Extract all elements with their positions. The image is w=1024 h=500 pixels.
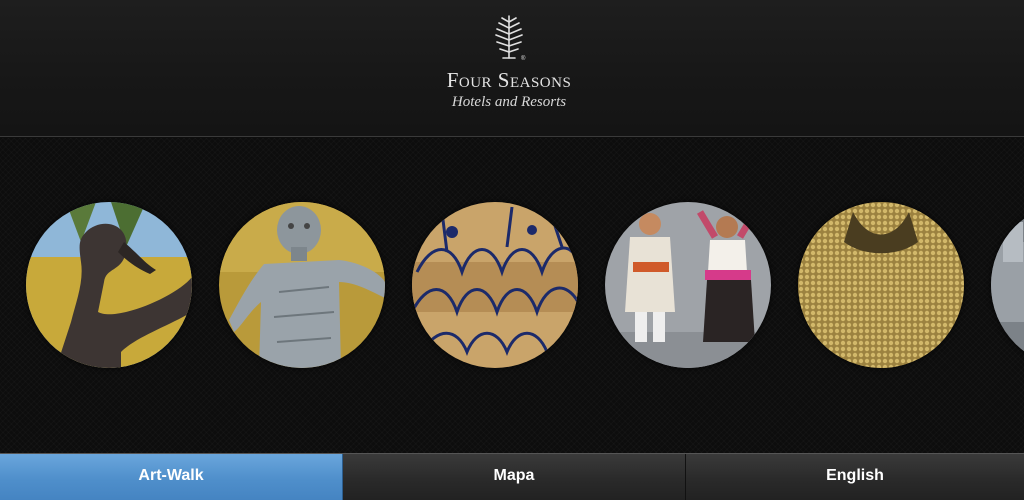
artwork-thumb-abstract-mural[interactable] bbox=[412, 202, 578, 368]
tab-art-walk[interactable]: Art-Walk bbox=[0, 454, 343, 500]
artwork-carousel[interactable] bbox=[0, 138, 1024, 453]
golden-textile-icon bbox=[798, 202, 964, 368]
artwork-thumb-folk-dolls[interactable] bbox=[605, 202, 771, 368]
tree-logo-icon: ® bbox=[495, 15, 526, 62]
tab-mapa[interactable]: Mapa bbox=[343, 454, 686, 500]
abstract-mural-icon bbox=[412, 202, 578, 368]
artwork-thumb-dancer[interactable] bbox=[26, 202, 192, 368]
svg-text:®: ® bbox=[521, 55, 526, 62]
brand-tagline: Hotels and Resorts bbox=[451, 94, 567, 110]
dancer-sculpture-icon bbox=[26, 202, 192, 368]
folk-doll-figures-icon bbox=[605, 202, 771, 368]
metal-figure-sculpture-icon bbox=[219, 202, 385, 368]
artwork-thumb-golden-textile[interactable] bbox=[798, 202, 964, 368]
brand-name: Four Seasons bbox=[446, 68, 572, 92]
artwork-thumb-metal-figure[interactable] bbox=[219, 202, 385, 368]
partial-artwork-icon bbox=[991, 202, 1024, 368]
tab-english[interactable]: English bbox=[686, 454, 1024, 500]
app-header: ® Four Seasons Hotels and Resorts bbox=[0, 0, 1024, 137]
brand-logo: ® Four Seasons Hotels and Resorts bbox=[409, 12, 609, 122]
bottom-tab-bar: Art-Walk Mapa English bbox=[0, 453, 1024, 500]
artwork-thumb-partial[interactable] bbox=[991, 202, 1024, 368]
